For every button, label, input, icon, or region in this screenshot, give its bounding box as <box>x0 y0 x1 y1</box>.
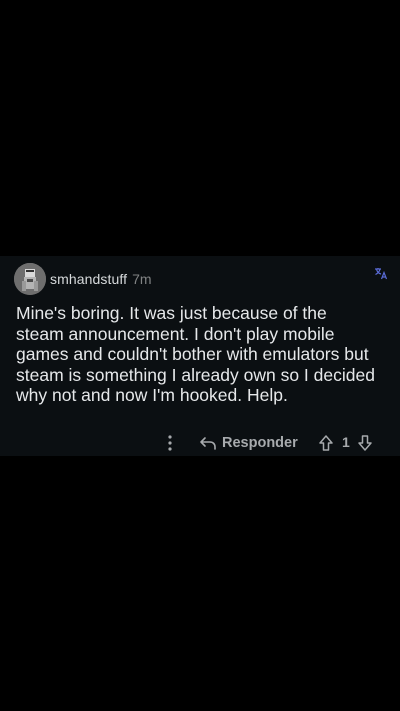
arrow-down-icon[interactable] <box>357 434 373 452</box>
comment-header: smhandstuff 7m <box>14 262 386 296</box>
reply-label: Responder <box>222 435 298 451</box>
arrow-up-icon[interactable] <box>318 434 334 452</box>
vote-count: 1 <box>342 434 350 450</box>
translate-icon[interactable] <box>374 266 388 280</box>
avatar[interactable] <box>14 263 46 295</box>
more-vertical-icon[interactable] <box>165 434 175 452</box>
reply-arrow-icon <box>200 437 216 450</box>
comment-action-bar: Responder 1 <box>0 428 400 458</box>
username[interactable]: smhandstuff <box>50 271 127 287</box>
screen: smhandstuff 7m Mine's boring. It was jus… <box>0 0 400 711</box>
avatar-image <box>14 263 46 295</box>
reply-button[interactable]: Responder <box>199 433 298 453</box>
comment-body: Mine's boring. It was just because of th… <box>16 303 375 405</box>
comment-card: smhandstuff 7m Mine's boring. It was jus… <box>0 256 400 456</box>
timestamp: 7m <box>132 271 152 287</box>
